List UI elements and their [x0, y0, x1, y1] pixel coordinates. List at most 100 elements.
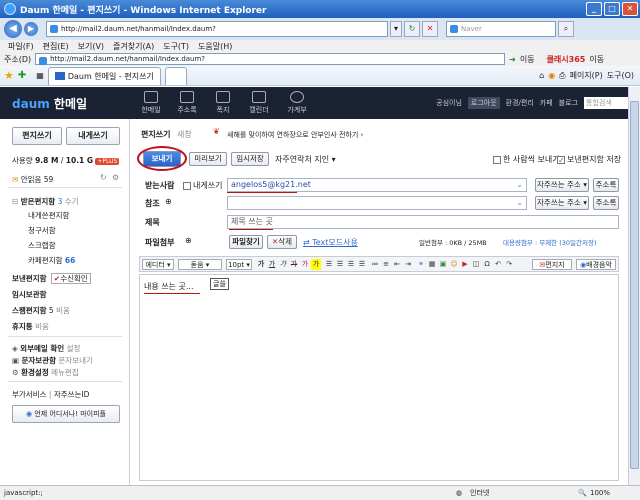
search-input[interactable]: Naver: [446, 21, 556, 37]
daum-logo[interactable]: daum 한메일: [12, 95, 87, 112]
video-icon[interactable]: ▶: [460, 259, 470, 270]
tab-grid-icon[interactable]: ▦: [36, 71, 44, 80]
menu-favorites[interactable]: 즐겨찾기(A): [113, 41, 154, 52]
sidebar-item-self[interactable]: 내게쓴편지함: [28, 210, 69, 221]
freq-contacts-dropdown[interactable]: 자주연락처 지인 ▾: [275, 154, 336, 165]
self-send-checkbox[interactable]: 내게쓰기: [183, 180, 222, 191]
new-tab-button[interactable]: [164, 66, 187, 85]
editor-body[interactable]: 내용 쓰는 곳... 글쓸: [139, 274, 619, 481]
numbered-list-icon[interactable]: ≔: [370, 259, 380, 270]
align-right-icon[interactable]: ☰: [346, 259, 356, 270]
highlight-icon[interactable]: 가: [311, 259, 321, 270]
individual-send-checkbox[interactable]: 한 사람씩 보내기: [493, 154, 560, 165]
sidebar-item-scrap[interactable]: 스크랩함: [28, 240, 56, 251]
nav-calendar[interactable]: 캘린더: [244, 91, 274, 115]
notice-link[interactable]: 새해를 맞이하여 연하장으로 안부인사 전하기 ›: [227, 130, 363, 140]
sidebar-item-temp[interactable]: 임시보관함: [12, 289, 47, 300]
bold-icon[interactable]: 가: [256, 259, 266, 270]
go-arrow-icon[interactable]: ➜: [509, 55, 516, 64]
font-size-select[interactable]: 10pt ▾: [226, 259, 252, 270]
outdent-icon[interactable]: ⇤: [392, 259, 402, 270]
user-name[interactable]: 공심이님: [436, 98, 462, 108]
align-left-icon[interactable]: ☰: [324, 259, 334, 270]
sidebar-item-inbox[interactable]: ⊟ 받은편지함 3 수기: [12, 196, 79, 207]
refresh-icon[interactable]: ↻: [100, 173, 107, 182]
underline-icon[interactable]: 가: [267, 259, 277, 270]
receipt-confirm-button[interactable]: ✔수신확인: [50, 273, 91, 284]
address-book-button[interactable]: 주소록: [593, 178, 619, 192]
text-mode-link[interactable]: ⇄ Text모드사용: [303, 237, 358, 248]
tab-daum-compose[interactable]: Daum 한메일 - 편지쓰기: [47, 66, 161, 85]
nav-household[interactable]: 가계부: [282, 91, 312, 115]
font-select[interactable]: 돋움 ▾: [178, 259, 222, 270]
bgm-button[interactable]: ◉배경음악: [576, 259, 616, 270]
unread-link[interactable]: ✉ 안읽음 59: [12, 174, 53, 185]
home-icon[interactable]: ⌂: [539, 71, 544, 80]
settings-link[interactable]: ⚙ 환경설정 메뉴편집: [12, 367, 79, 378]
editor-mode-select[interactable]: 에디터 ▾: [142, 259, 174, 270]
search-button[interactable]: ⌕: [558, 21, 574, 37]
font-color-icon[interactable]: 가: [300, 259, 310, 270]
back-button[interactable]: ◀: [4, 20, 22, 38]
link-icon[interactable]: ⚭: [416, 259, 426, 270]
address-dropdown-button[interactable]: ▾: [390, 21, 402, 37]
undo-icon[interactable]: ↶: [493, 259, 503, 270]
cc-input[interactable]: ⌄: [227, 196, 527, 210]
sidebar-item-sent[interactable]: 보낸편지함 ✔수신확인: [12, 273, 91, 284]
nav-addressbook[interactable]: 주소록: [172, 91, 202, 115]
zoom-level[interactable]: 100%: [590, 489, 610, 497]
nav-memo[interactable]: 폭지: [208, 91, 238, 115]
zoom-icon[interactable]: 🔍: [578, 489, 587, 497]
tools-menu[interactable]: 도구(O): [607, 70, 634, 81]
find-file-button[interactable]: 파일찾기: [229, 235, 263, 249]
nav-hanmail[interactable]: 한메일: [136, 91, 166, 115]
logout-link[interactable]: 로그아웃: [467, 97, 500, 109]
redo-icon[interactable]: ↷: [504, 259, 514, 270]
add-favorite-icon[interactable]: ✚: [18, 70, 26, 81]
frequent-id-link[interactable]: 자주쓰는ID: [54, 390, 90, 399]
favorites-star-icon[interactable]: ★: [4, 69, 14, 82]
brand-label[interactable]: 클래시365: [547, 54, 586, 65]
minimize-button[interactable]: _: [586, 2, 602, 16]
image-icon[interactable]: ▣: [438, 259, 448, 270]
cafe-link[interactable]: 카페: [540, 98, 553, 108]
stationery-button[interactable]: ✉편지지: [532, 259, 572, 270]
sidebar-item-cafe[interactable]: 카페편지함 66: [28, 255, 75, 266]
scrollbar-thumb[interactable]: [630, 101, 639, 469]
blog-link[interactable]: 블로그: [559, 98, 578, 108]
page-scrollbar[interactable]: [628, 87, 640, 485]
expand-attach-icon[interactable]: ⊕: [185, 236, 192, 245]
delete-file-button[interactable]: ✕삭제: [267, 235, 297, 249]
page-menu[interactable]: 페이지(P): [570, 70, 603, 81]
forward-button[interactable]: ▶: [24, 22, 38, 36]
align-justify-icon[interactable]: ☰: [357, 259, 367, 270]
to-input[interactable]: angelos5@kg21.net ⌄: [227, 178, 527, 192]
settings-link[interactable]: 환경/편리: [506, 98, 534, 108]
plus-badge[interactable]: +PLUS: [95, 158, 120, 165]
close-button[interactable]: ✕: [622, 2, 638, 16]
stop-button[interactable]: ✕: [422, 21, 438, 37]
maximize-button[interactable]: □: [604, 2, 620, 16]
address-input[interactable]: http://mail2.daum.net/hanmail/Index.daum…: [35, 53, 506, 65]
preview-button[interactable]: 미리보기: [189, 152, 227, 166]
table-icon[interactable]: ▦: [427, 259, 437, 270]
address-book-button-cc[interactable]: 주소록: [593, 196, 619, 210]
menu-edit[interactable]: 편집(E): [43, 41, 69, 52]
sms-link[interactable]: ▣ 문자보관함 문자보내기: [12, 355, 93, 366]
menu-file[interactable]: 파일(F): [8, 41, 34, 52]
menu-tools[interactable]: 도구(T): [163, 41, 189, 52]
new-window-link[interactable]: 새창: [177, 129, 192, 140]
go-button[interactable]: 이동: [520, 54, 535, 65]
addon-link[interactable]: 부가서비스: [12, 390, 47, 399]
frequent-address-dropdown[interactable]: 자주쓰는 주소 ▾: [535, 178, 589, 192]
menu-help[interactable]: 도움말(H): [198, 41, 232, 52]
expand-cc-icon[interactable]: ⊕: [165, 197, 172, 206]
draft-button[interactable]: 임시저장: [231, 152, 269, 166]
print-icon[interactable]: ⎙: [559, 71, 565, 81]
menu-view[interactable]: 보기(V): [78, 41, 104, 52]
go2-button[interactable]: 이동: [589, 54, 604, 65]
refresh-button[interactable]: ↻: [404, 21, 420, 37]
write-button[interactable]: 편지쓰기: [12, 127, 62, 145]
sidebar-item-trash[interactable]: 휴지통 비움: [12, 321, 49, 332]
mypeople-banner[interactable]: ◉ 언제 어디서나! 마이피플: [12, 405, 120, 423]
